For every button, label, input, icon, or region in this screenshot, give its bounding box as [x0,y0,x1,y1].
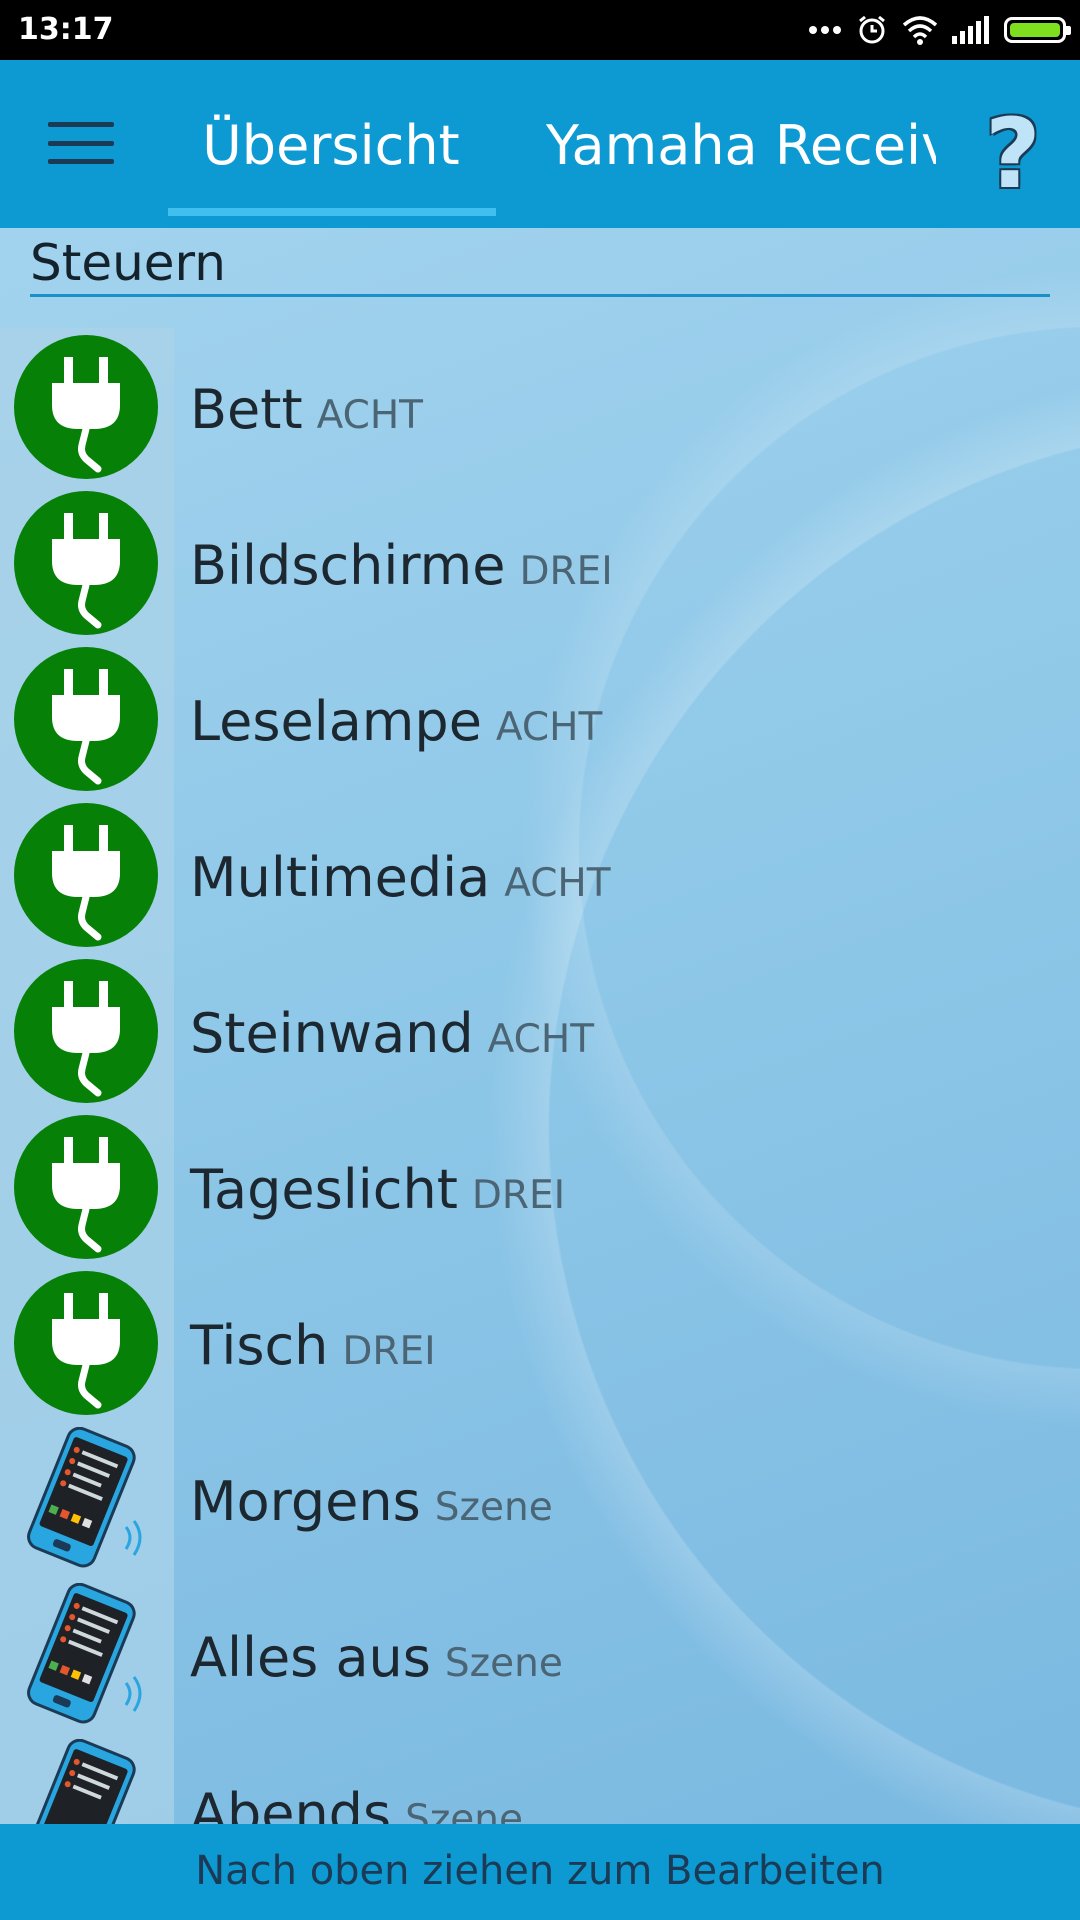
section-divider [30,294,1050,297]
list-item[interactable]: Leselampe ACHT [0,640,1080,796]
plug-icon [14,647,158,791]
device-list: Bett ACHT Bildschirme DREI Leselampe ACH… [0,328,1080,1824]
phone-scene-icon [14,1738,158,1824]
item-label: Steinwand ACHT [190,1002,595,1065]
list-item[interactable]: Steinwand ACHT [0,952,1080,1108]
plug-icon [14,1271,158,1415]
phone-scene-icon [14,1426,158,1571]
item-label: Bildschirme DREI [190,534,613,597]
item-label: Alles aus Szene [190,1626,563,1689]
plug-icon [14,335,158,479]
tab-overview[interactable]: Übersicht [166,114,496,177]
alarm-icon [859,15,885,44]
main-content: Steuern Bett ACHT Bildschirme DREI Lesel… [0,228,1080,1824]
list-item[interactable]: Multimedia ACHT [0,796,1080,952]
status-icons [808,12,1071,48]
item-label: Multimedia ACHT [190,846,611,909]
list-item[interactable]: Abends Szene [0,1732,1080,1824]
list-item[interactable]: Morgens Szene [0,1420,1080,1576]
list-item[interactable]: Tisch DREI [0,1264,1080,1420]
list-item[interactable]: Bildschirme DREI [0,484,1080,640]
section-title: Steuern [30,234,226,292]
item-label: Leselampe ACHT [190,690,603,753]
edit-hint: Nach oben ziehen zum Bearbeiten [195,1848,885,1894]
app-bar: Übersicht Yamaha Receiver ? [0,60,1080,228]
bottom-hint-bar[interactable]: Nach oben ziehen zum Bearbeiten [0,1824,1080,1920]
list-item[interactable]: Tageslicht DREI [0,1108,1080,1264]
item-label: Abends Szene [190,1782,524,1824]
item-label: Morgens Szene [190,1470,553,1533]
signal-icon [952,16,989,44]
item-label: Tageslicht DREI [190,1158,566,1221]
plug-icon [14,959,158,1103]
item-label: Tisch DREI [190,1314,436,1377]
menu-icon[interactable] [48,122,114,164]
item-label: Bett ACHT [190,378,423,441]
more-dots-icon [809,26,841,34]
plug-icon [14,1115,158,1259]
plug-icon [14,803,158,947]
wifi-icon [902,16,938,45]
status-bar: 13:17 [0,0,1080,60]
status-time: 13:17 [18,12,114,47]
phone-scene-icon [14,1582,158,1727]
help-icon[interactable]: ? [985,98,1041,210]
list-item[interactable]: Bett ACHT [0,328,1080,484]
list-item[interactable]: Alles aus Szene [0,1576,1080,1732]
plug-icon [14,491,158,635]
tab-yamaha-receiver[interactable]: Yamaha Receiver [546,114,936,177]
tab-indicator [168,208,496,216]
battery-icon [1004,17,1071,43]
